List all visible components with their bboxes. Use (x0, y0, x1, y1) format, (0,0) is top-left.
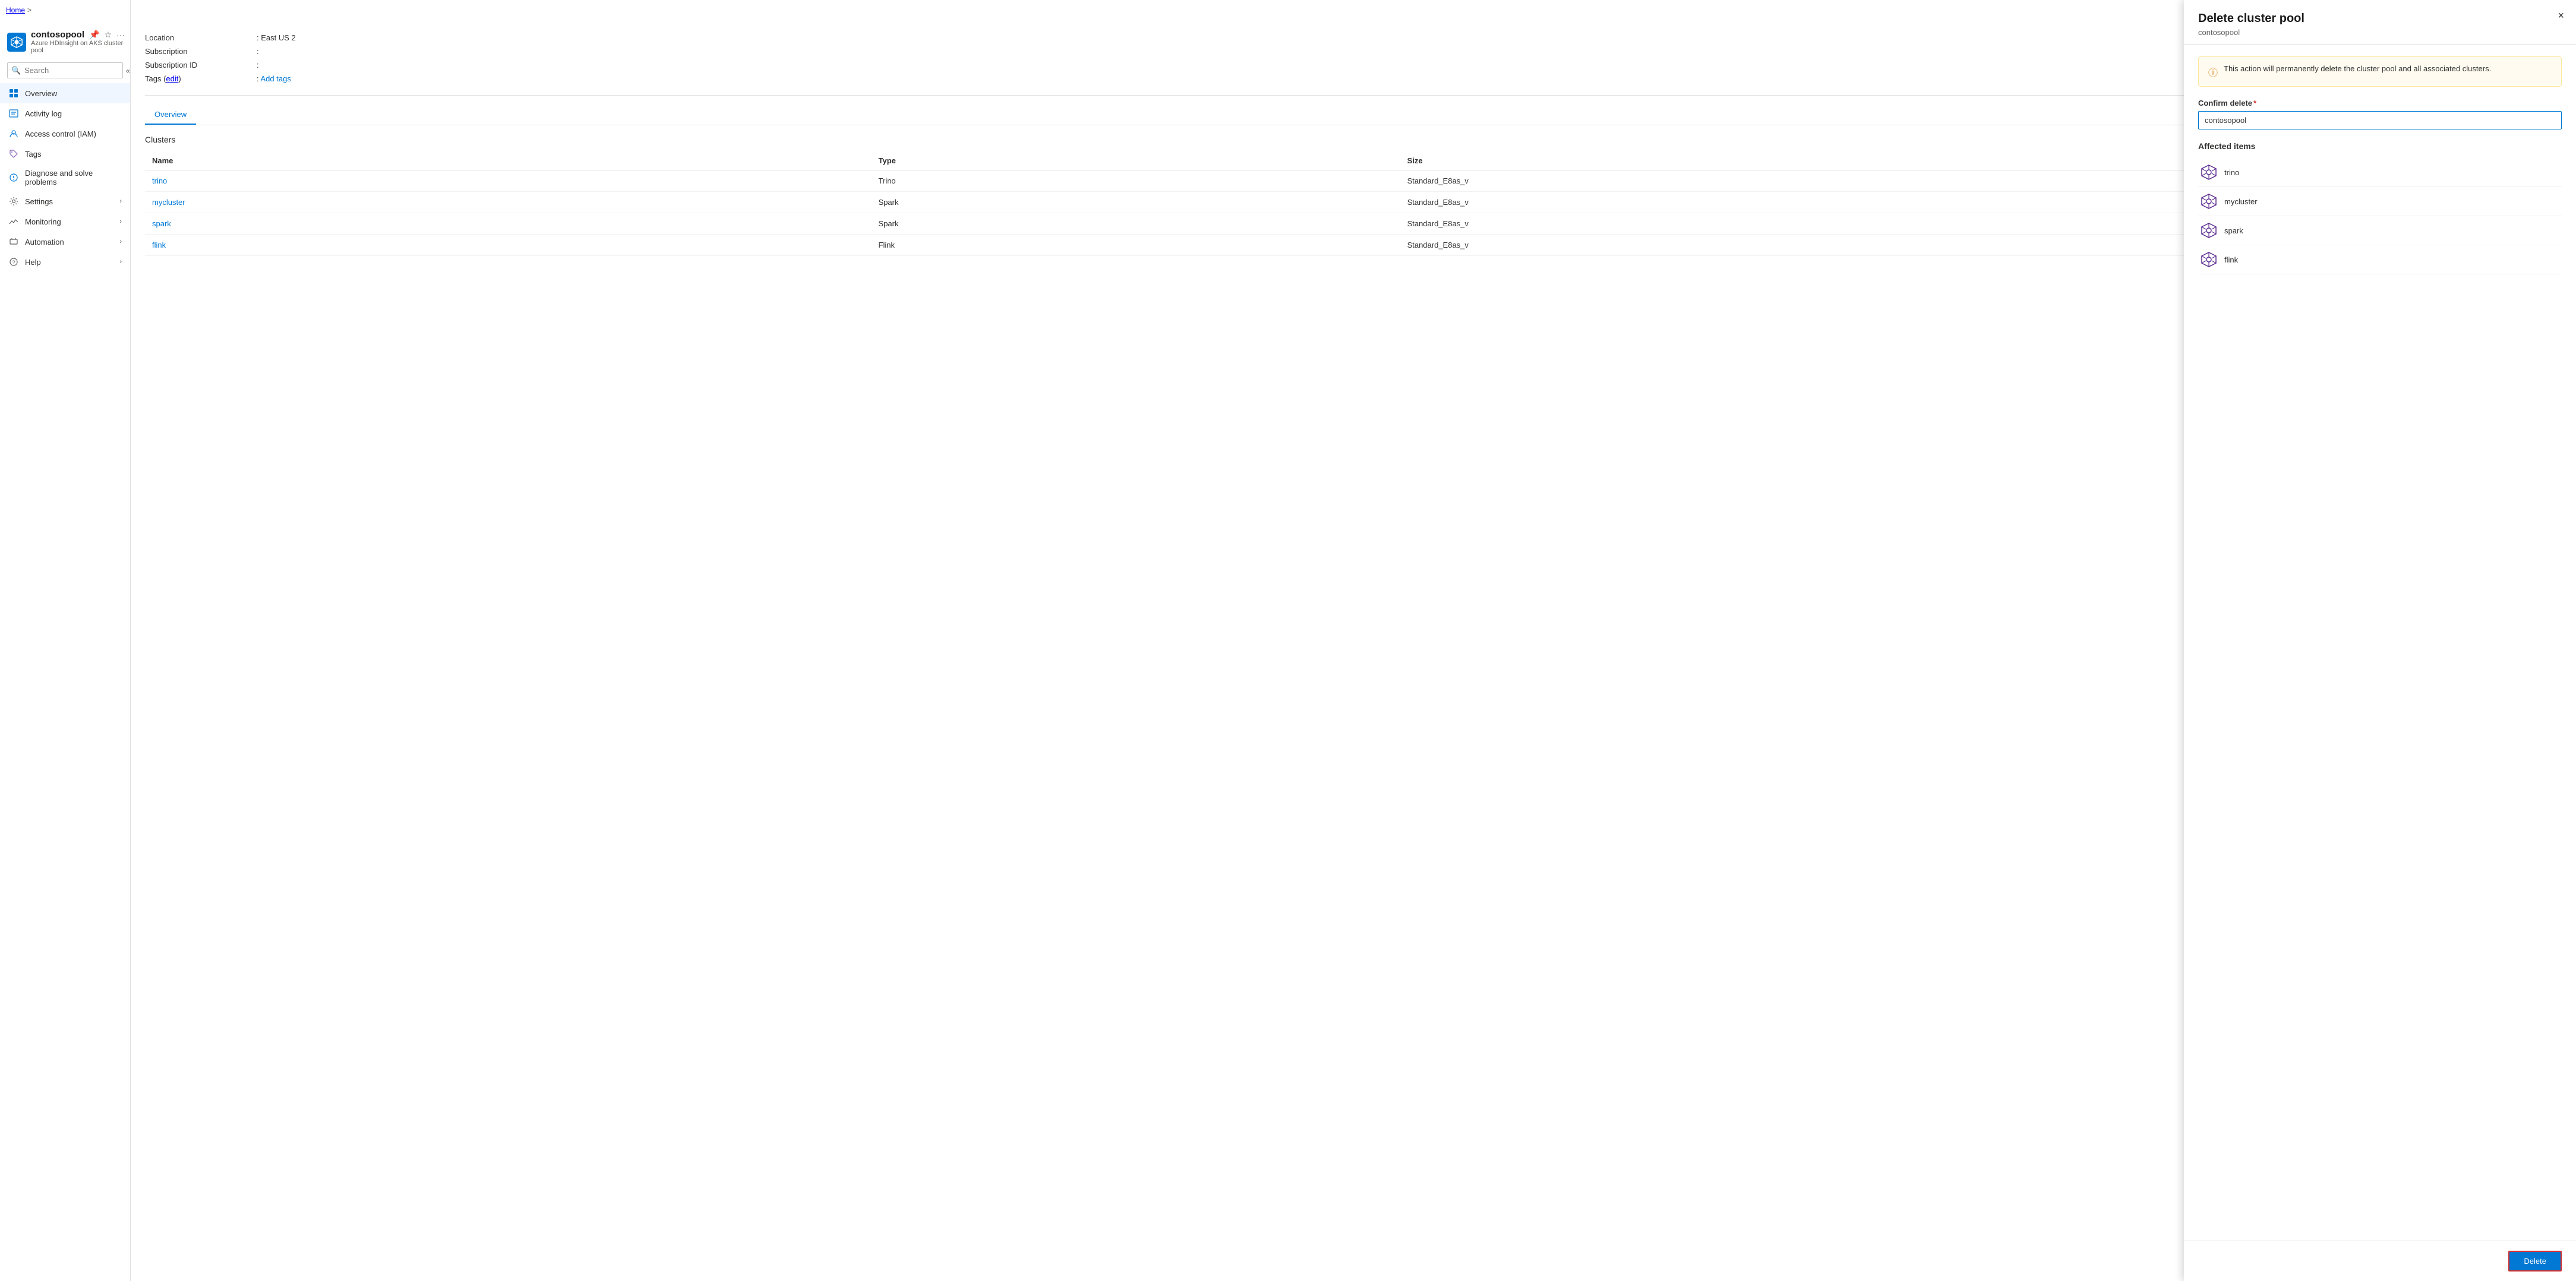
sidebar-item-settings-label: Settings (25, 197, 53, 206)
affected-item: flink (2198, 245, 2562, 274)
sidebar-item-overview-label: Overview (25, 89, 57, 98)
cluster-link[interactable]: trino (152, 176, 167, 185)
activity-icon (8, 108, 19, 119)
sidebar-item-monitoring-label: Monitoring (25, 217, 61, 226)
add-tags-link[interactable]: Add tags (261, 74, 291, 83)
tags-icon (8, 148, 19, 159)
automation-icon (8, 236, 19, 247)
sidebar-item-diagnose-label: Diagnose and solve problems (25, 169, 122, 186)
iam-icon (8, 128, 19, 139)
monitoring-expand-icon: › (119, 218, 122, 225)
star-icon[interactable]: ☆ (104, 30, 112, 40)
affected-item-name: spark (2224, 226, 2243, 235)
sidebar-item-diagnose[interactable]: Diagnose and solve problems (0, 164, 130, 191)
affected-label: Affected items (2198, 141, 2562, 151)
sidebar-item-automation-label: Automation (25, 238, 64, 246)
overview-icon (8, 88, 19, 99)
confirm-label: Confirm delete* (2198, 99, 2562, 107)
breadcrumb: Home > (6, 6, 31, 14)
location-label: Location (145, 33, 252, 42)
diagnose-icon (8, 172, 19, 183)
sidebar-item-access-control[interactable]: Access control (IAM) (0, 124, 130, 144)
sidebar: contosopool 📌 ☆ ··· Azure HDInsight on A… (0, 0, 131, 1281)
panel-footer: Delete (2184, 1241, 2576, 1281)
cluster-link[interactable]: spark (152, 219, 171, 228)
subscription-label: Subscription (145, 47, 252, 56)
cell-type: Flink (872, 235, 1400, 256)
search-icon: 🔍 (11, 66, 21, 75)
warning-text: This action will permanently delete the … (2224, 64, 2491, 73)
sidebar-item-tags-label: Tags (25, 150, 41, 159)
cluster-item-icon (2201, 164, 2217, 181)
cell-name: mycluster (145, 192, 872, 213)
delete-panel: Delete cluster pool contosopool × ⓘ This… (2184, 0, 2576, 1281)
cell-name: spark (145, 213, 872, 235)
panel-close-button[interactable]: × (2558, 10, 2564, 22)
tab-overview[interactable]: Overview (145, 105, 196, 125)
settings-expand-icon: › (119, 198, 122, 205)
panel-header: Delete cluster pool contosopool × (2184, 0, 2576, 45)
cluster-item-icon (2201, 222, 2217, 239)
sidebar-item-tags[interactable]: Tags (0, 144, 130, 164)
sidebar-title: contosopool (31, 30, 84, 40)
panel-subtitle: contosopool (2198, 28, 2562, 37)
warning-icon: ⓘ (2208, 65, 2218, 79)
delete-button[interactable]: Delete (2508, 1251, 2562, 1271)
cluster-link[interactable]: mycluster (152, 198, 185, 207)
cluster-item-icon (2201, 251, 2217, 268)
breadcrumb-home[interactable]: Home (6, 6, 25, 14)
sidebar-item-automation[interactable]: Automation › (0, 232, 130, 252)
monitoring-icon (8, 216, 19, 227)
confirm-input[interactable] (2198, 111, 2562, 129)
affected-item-name: trino (2224, 168, 2239, 177)
sidebar-title-block: contosopool 📌 ☆ ··· Azure HDInsight on A… (31, 30, 125, 54)
cell-type: Spark (872, 213, 1400, 235)
cell-name: flink (145, 235, 872, 256)
collapse-icon[interactable]: « (126, 66, 130, 75)
col-name: Name (145, 151, 872, 170)
affected-items-list: trino mycluster (2198, 158, 2562, 274)
col-type: Type (872, 151, 1400, 170)
affected-item: mycluster (2198, 187, 2562, 216)
tags-edit-link[interactable]: edit (166, 74, 178, 83)
sidebar-subtitle: Azure HDInsight on AKS cluster pool (31, 40, 125, 54)
panel-title: Delete cluster pool (2198, 12, 2562, 26)
sidebar-item-activity-label: Activity log (25, 109, 62, 118)
search-container: 🔍 « (7, 62, 123, 78)
affected-item: trino (2198, 158, 2562, 187)
more-icon[interactable]: ··· (116, 30, 125, 40)
sidebar-item-iam-label: Access control (IAM) (25, 129, 96, 138)
help-icon: ? (8, 257, 19, 267)
required-marker: * (2253, 99, 2256, 107)
affected-item-name: flink (2224, 255, 2238, 264)
subscription-id-label: Subscription ID (145, 61, 252, 69)
cell-type: Trino (872, 170, 1400, 192)
help-expand-icon: › (119, 258, 122, 265)
svg-text:?: ? (12, 260, 15, 265)
settings-icon (8, 196, 19, 207)
sidebar-item-help-label: Help (25, 258, 41, 267)
sidebar-header: contosopool 📌 ☆ ··· Azure HDInsight on A… (0, 24, 130, 58)
sidebar-item-monitoring[interactable]: Monitoring › (0, 211, 130, 232)
affected-item: spark (2198, 216, 2562, 245)
app-logo (7, 33, 26, 52)
cluster-item-icon (2201, 193, 2217, 210)
sidebar-nav: Overview Activity log Access control (IA… (0, 83, 130, 272)
sidebar-item-overview[interactable]: Overview (0, 83, 130, 103)
sidebar-item-help[interactable]: ? Help › (0, 252, 130, 272)
panel-body: ⓘ This action will permanently delete th… (2184, 45, 2576, 1241)
pin-icon[interactable]: 📌 (89, 30, 99, 40)
cell-name: trino (145, 170, 872, 192)
breadcrumb-separator: > (27, 6, 31, 14)
tags-label: Tags (edit) (145, 74, 252, 83)
sidebar-item-settings[interactable]: Settings › (0, 191, 130, 211)
cluster-link[interactable]: flink (152, 241, 166, 249)
affected-item-name: mycluster (2224, 197, 2258, 206)
warning-box: ⓘ This action will permanently delete th… (2198, 56, 2562, 87)
automation-expand-icon: › (119, 238, 122, 245)
search-input[interactable] (7, 62, 123, 78)
cell-type: Spark (872, 192, 1400, 213)
sidebar-item-activity-log[interactable]: Activity log (0, 103, 130, 124)
